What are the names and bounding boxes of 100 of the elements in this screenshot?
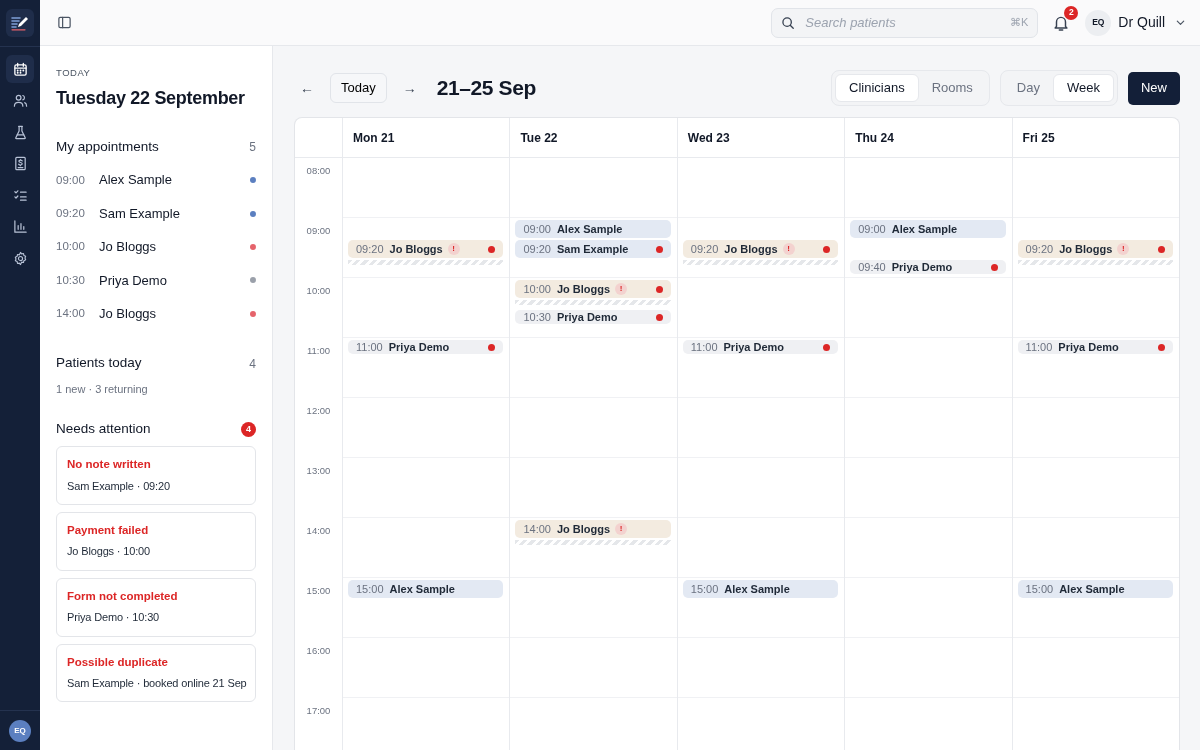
warning-badge: ! [615, 283, 628, 295]
summary-text: 1 new · 3 returning [56, 381, 149, 397]
notification-count: 2 [1064, 5, 1079, 20]
patient-name[interactable]: Priya Demo [99, 270, 250, 291]
toggle-option[interactable]: Rooms [918, 74, 986, 102]
people-icon [12, 93, 28, 108]
appointment-time: 09:00 [858, 221, 886, 237]
count: 5 [249, 139, 256, 157]
appointment-time: 10:30 [56, 272, 86, 288]
day-header: Wed 23 [676, 118, 845, 158]
section-title: My appointments [56, 138, 159, 157]
appointment-block[interactable]: 09:40 Priya Demo [850, 260, 1006, 274]
caret-icon[interactable] [1175, 17, 1186, 28]
alert-detail: Sam Example · booked online 21 Sep [67, 675, 248, 691]
alert-detail: Sam Example · 09:20 [67, 478, 171, 494]
hour-label: 17:00 [305, 704, 332, 718]
appointment-block[interactable]: 10:30 Priya Demo [515, 310, 671, 324]
hour-label: 13:00 [305, 464, 332, 478]
date-range: 21–25 Sep [436, 75, 536, 102]
next-button[interactable]: → [396, 77, 423, 99]
day-header: Fri 25 [1011, 118, 1179, 158]
avatar[interactable]: EQ [9, 720, 31, 742]
count-badge: 4 [241, 421, 256, 437]
nav-button[interactable] [6, 55, 34, 83]
warning-badge: ! [447, 243, 460, 255]
appointment-time: 09:20 [356, 241, 384, 257]
alert-card[interactable]: Payment failed Jo Bloggs · 10:00 [56, 512, 256, 571]
appointment-time: 09:20 [56, 205, 86, 221]
search-icon [781, 15, 796, 30]
appointment-block[interactable]: 09:20 Jo Bloggs ! [1017, 240, 1173, 258]
search-field[interactable]: Search patients [803, 11, 1002, 34]
hour-label: 16:00 [305, 644, 332, 658]
appointment-time: 15:00 [356, 581, 384, 597]
patient-name: Jo Bloggs [556, 281, 611, 297]
appointment-block[interactable]: 09:20 Jo Bloggs ! [682, 240, 839, 258]
warning-badge: ! [615, 523, 628, 535]
previous-button[interactable]: ← [294, 77, 320, 99]
day-header: Thu 24 [844, 118, 1012, 158]
patient-name: Priya Demo [1058, 339, 1119, 355]
patient-name[interactable]: Jo Bloggs [99, 304, 250, 324]
user-name[interactable]: Dr Quill [1118, 12, 1165, 33]
patient-name: Jo Bloggs [724, 241, 778, 257]
hour-label: 08:00 [305, 164, 332, 178]
appointment-time: 10:00 [523, 281, 551, 297]
patient-name: Priya Demo [723, 339, 785, 355]
patient-name[interactable]: Jo Bloggs [99, 237, 250, 257]
appointment-block[interactable]: 09:20 Sam Example [515, 240, 671, 258]
appointment-block[interactable]: 11:00 Priya Demo [1017, 340, 1173, 354]
appointment-time: 11:00 [356, 339, 383, 355]
toggle-option[interactable]: Week [1053, 74, 1114, 102]
appointment-block[interactable]: 09:20 Jo Bloggs ! [348, 240, 504, 258]
sidebar-toggle-icon[interactable] [57, 15, 72, 30]
alert-title: No note written [67, 457, 152, 473]
alert-title: Possible duplicate [67, 654, 169, 670]
hour-label: 12:00 [305, 404, 332, 418]
appointment-block[interactable]: 09:00 Alex Sample [850, 220, 1006, 238]
patient-name: Priya Demo [388, 339, 450, 355]
patient-name[interactable]: Alex Sample [99, 170, 250, 190]
appointment-block[interactable]: 14:00 Jo Bloggs ! [515, 520, 671, 538]
appointment-time: 11:00 [1025, 339, 1053, 355]
appointment-time: 09:00 [523, 221, 551, 237]
alert-card[interactable]: No note written Sam Example · 09:20 [56, 446, 256, 506]
hour-label: 09:00 [305, 224, 332, 238]
warning-badge: ! [1117, 243, 1130, 255]
settings-icon [12, 250, 28, 266]
new-button[interactable]: New [1128, 71, 1180, 105]
appointment-block[interactable]: 15:00 Alex Sample [1017, 580, 1173, 598]
patient-name: Alex Sample [556, 221, 623, 237]
patient-name: Priya Demo [891, 259, 953, 275]
user-avatar[interactable]: EQ [1085, 9, 1112, 36]
appointment-block[interactable]: 11:00 Priya Demo [348, 340, 504, 354]
date-heading: Tuesday 22 September [56, 87, 246, 111]
section-title: Needs attention [56, 420, 151, 439]
patient-name: Alex Sample [891, 221, 958, 237]
patient-name[interactable]: Sam Example [99, 203, 250, 224]
count: 4 [249, 355, 256, 373]
alert-card[interactable]: Possible duplicate Sam Example · booked online 21 Sep [56, 643, 256, 703]
invoice-icon [12, 156, 28, 171]
patient-name: Priya Demo [556, 309, 618, 325]
toggle-option[interactable]: Day [1003, 74, 1053, 102]
appointment-time: 09:20 [1025, 241, 1054, 257]
appointment-time: 09:40 [858, 259, 886, 275]
today-button[interactable]: Today [330, 73, 387, 103]
appointment-block[interactable]: 09:00 Alex Sample [515, 220, 671, 238]
hour-label: 15:00 [305, 584, 332, 598]
day-header: Tue 22 [509, 118, 677, 158]
alert-card[interactable]: Form not completed Priya Demo · 10:30 [56, 577, 256, 637]
toggle-option[interactable]: Clinicians [835, 74, 919, 102]
appointment-time: 09:20 [690, 241, 719, 257]
appointment-time: 15:00 [690, 581, 719, 597]
patient-name: Jo Bloggs [556, 521, 611, 537]
appointment-block[interactable]: 15:00 Alex Sample [348, 580, 504, 598]
alert-detail: Priya Demo · 10:30 [67, 610, 161, 626]
patient-name: Alex Sample [1059, 581, 1125, 597]
warning-badge: ! [782, 243, 795, 255]
appointment-block[interactable]: 15:00 Alex Sample [682, 580, 839, 598]
appointment-block[interactable]: 11:00 Priya Demo [682, 340, 839, 354]
appointment-block[interactable]: 10:00 Jo Bloggs ! [515, 280, 671, 298]
section-title: Patients today [56, 354, 142, 373]
patient-name: Alex Sample [724, 581, 790, 597]
